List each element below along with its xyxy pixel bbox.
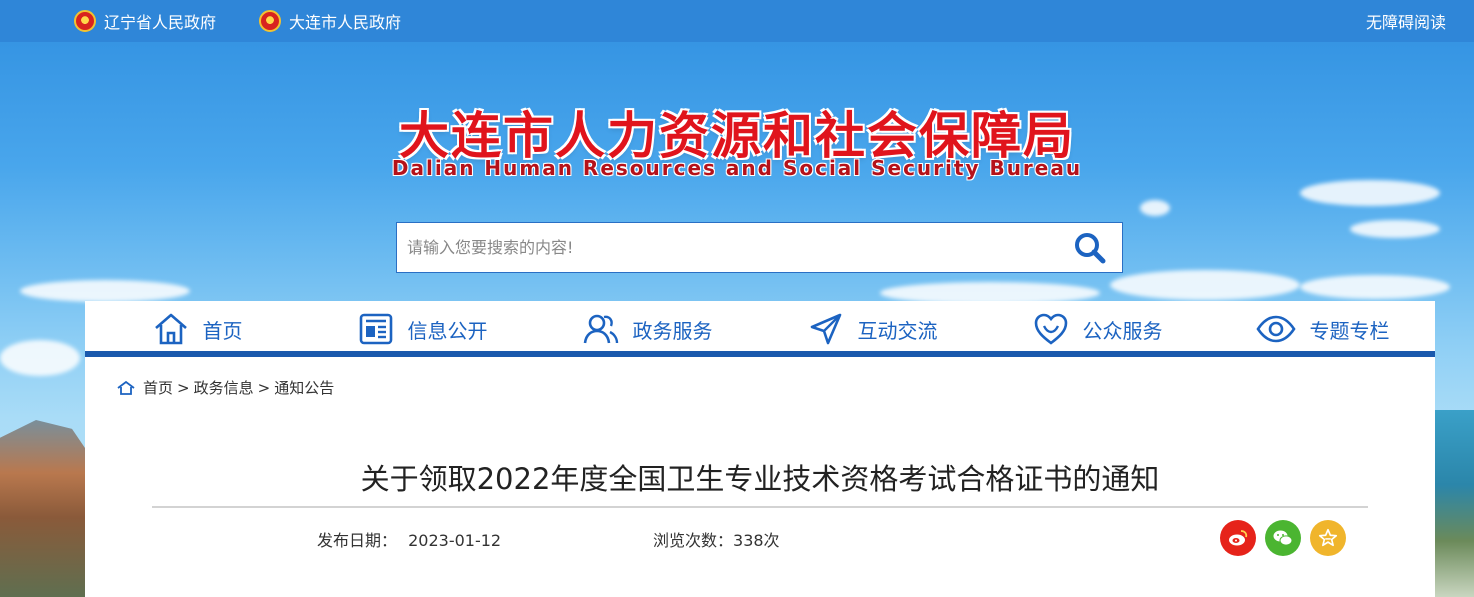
favorite-button[interactable] [1310, 520, 1346, 556]
title-divider [152, 506, 1368, 508]
publish-date-value: 2023-01-12 [408, 531, 502, 550]
cloud [0, 340, 80, 376]
home-icon [117, 380, 135, 395]
share-wechat-button[interactable] [1265, 520, 1301, 556]
national-emblem-icon [259, 10, 281, 32]
view-count-label: 浏览次数： [653, 531, 734, 550]
cloud [20, 280, 190, 302]
search-button[interactable] [1072, 231, 1108, 265]
nav-item-gov-services[interactable]: 政务服务 [535, 301, 760, 357]
nav-item-interaction[interactable]: 互动交流 [760, 301, 985, 357]
view-count: 浏览次数：338次 [653, 527, 780, 551]
main-panel: 首页 信息公开 政务服务 互动交流 公众服务 专题专栏 首页 > 政务信息 > … [85, 301, 1435, 597]
site-logo-en: Dalian Human Resources and Social Securi… [391, 156, 1083, 180]
view-count-value: 338次 [733, 531, 780, 550]
search-box [396, 222, 1123, 273]
search-icon [1075, 233, 1106, 264]
national-emblem-icon [74, 10, 96, 32]
breadcrumb-separator: > [177, 378, 190, 397]
people-icon [583, 314, 618, 344]
nav-item-special-topics[interactable]: 专题专栏 [1210, 301, 1435, 357]
breadcrumb-gov-info[interactable]: 政务信息 [194, 377, 254, 398]
cloud [1300, 180, 1440, 206]
city-coast-image [0, 420, 90, 597]
cloud [1350, 220, 1440, 238]
liaoning-gov-label: 辽宁省人民政府 [104, 13, 217, 32]
cloud [1300, 275, 1450, 299]
article-title: 关于领取2022年度全国卫生专业技术资格考试合格证书的通知 [360, 462, 1160, 496]
top-bar: 辽宁省人民政府 大连市人民政府 无障碍阅读 [0, 0, 1474, 42]
main-nav: 首页 信息公开 政务服务 互动交流 公众服务 专题专栏 [85, 301, 1435, 357]
nav-item-public-services[interactable]: 公众服务 [985, 301, 1210, 357]
dalian-gov-link[interactable]: 大连市人民政府 [259, 0, 401, 42]
send-icon [810, 313, 841, 345]
news-icon [359, 313, 392, 345]
nav-item-info-disclosure[interactable]: 信息公开 [310, 301, 535, 357]
star-icon [1318, 528, 1338, 547]
breadcrumb-separator: > [257, 378, 271, 397]
nav-label: 政务服务 [632, 318, 713, 343]
nav-label: 首页 [202, 318, 243, 343]
heart-icon [1034, 313, 1067, 345]
publish-date-label: 发布日期： [317, 531, 398, 550]
nav-label: 公众服务 [1082, 318, 1163, 343]
cloud [1140, 200, 1170, 216]
cloud [1110, 270, 1300, 300]
search-input[interactable] [407, 223, 1047, 272]
breadcrumb-notices[interactable]: 通知公告 [274, 377, 334, 398]
dalian-gov-label: 大连市人民政府 [289, 13, 402, 32]
weibo-icon [1229, 530, 1248, 546]
breadcrumb-home[interactable]: 首页 [143, 377, 173, 398]
home-icon [154, 313, 187, 345]
sea-coast-image [1434, 410, 1474, 597]
nav-item-home[interactable]: 首页 [85, 301, 310, 357]
nav-label: 专题专栏 [1309, 318, 1390, 343]
accessibility-link[interactable]: 无障碍阅读 [1366, 0, 1446, 42]
eye-icon [1255, 315, 1296, 343]
share-weibo-button[interactable] [1220, 520, 1256, 556]
nav-label: 互动交流 [857, 318, 938, 343]
nav-label: 信息公开 [407, 318, 488, 343]
liaoning-gov-link[interactable]: 辽宁省人民政府 [74, 0, 216, 42]
wechat-icon [1273, 530, 1293, 546]
breadcrumb: 首页 > 政务信息 > 通知公告 [117, 377, 334, 398]
publish-date: 发布日期： 2023-01-12 [317, 527, 501, 551]
